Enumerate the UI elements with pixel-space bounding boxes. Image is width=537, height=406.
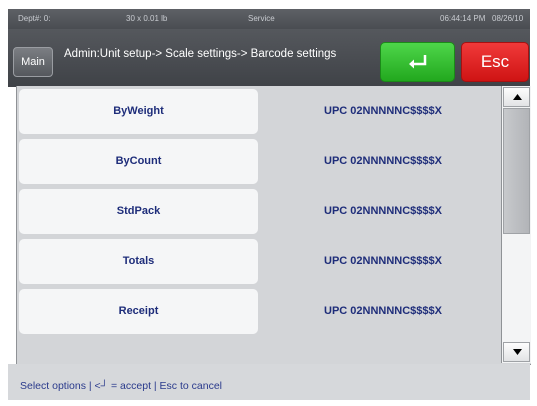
setting-row-totals: Totals UPC 02NNNNNC$$$$X xyxy=(17,236,501,286)
esc-button[interactable]: Esc xyxy=(461,42,529,82)
setting-value-receipt: UPC 02NNNNNC$$$$X xyxy=(324,305,442,317)
status-bar: Dept#: 0: 30 x 0.01 lb Service 06:44:14 … xyxy=(8,9,530,29)
setting-row-byweight: ByWeight UPC 02NNNNNC$$$$X xyxy=(17,86,501,136)
arrow-down-icon xyxy=(513,349,522,355)
scroll-down-button[interactable] xyxy=(503,342,530,362)
setting-value-stdpack: UPC 02NNNNNC$$$$X xyxy=(324,205,442,217)
dept-status: Dept#: 0: xyxy=(18,14,51,23)
setting-row-receipt: Receipt UPC 02NNNNNC$$$$X xyxy=(17,286,501,336)
setting-value-totals: UPC 02NNNNNC$$$$X xyxy=(324,255,442,267)
vertical-scrollbar[interactable] xyxy=(501,86,531,363)
setting-option-receipt[interactable]: Receipt xyxy=(19,289,258,334)
footer-hint: Select options | <┘ = accept | Esc to ca… xyxy=(20,380,223,392)
setting-option-byweight[interactable]: ByWeight xyxy=(19,89,258,134)
settings-list: ByWeight UPC 02NNNNNC$$$$X ByCount UPC 0… xyxy=(16,86,531,365)
setting-value-bycount: UPC 02NNNNNC$$$$X xyxy=(324,155,442,167)
accept-button[interactable] xyxy=(380,42,455,82)
enter-arrow-icon xyxy=(409,55,427,69)
setting-value-byweight: UPC 02NNNNNC$$$$X xyxy=(324,105,442,117)
arrow-up-icon xyxy=(513,94,522,100)
main-button[interactable]: Main xyxy=(13,47,53,77)
footer-bar: Select options | <┘ = accept | Esc to ca… xyxy=(8,364,530,400)
header-bar: Main Admin:Unit setup-> Scale settings->… xyxy=(8,29,530,87)
setting-option-bycount[interactable]: ByCount xyxy=(19,139,258,184)
mode-status: Service xyxy=(248,14,275,23)
clock-date: 08/26/10 xyxy=(492,14,524,23)
setting-row-stdpack: StdPack UPC 02NNNNNC$$$$X xyxy=(17,186,501,236)
scroll-up-button[interactable] xyxy=(503,87,530,107)
scroll-thumb[interactable] xyxy=(503,108,530,234)
setting-option-stdpack[interactable]: StdPack xyxy=(19,189,258,234)
weight-status: 30 x 0.01 lb xyxy=(126,14,168,23)
setting-row-bycount: ByCount UPC 02NNNNNC$$$$X xyxy=(17,136,501,186)
setting-option-totals[interactable]: Totals xyxy=(19,239,258,284)
clock-time: 06:44:14 PM xyxy=(440,14,486,23)
breadcrumb: Admin:Unit setup-> Scale settings-> Barc… xyxy=(64,48,337,60)
